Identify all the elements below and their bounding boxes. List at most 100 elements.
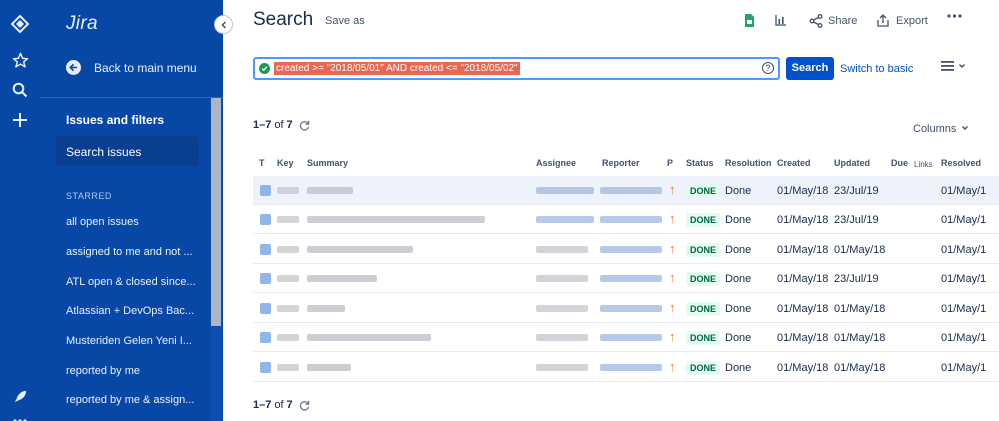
col-header-key[interactable]: Key: [277, 158, 294, 168]
issue-reporter[interactable]: [600, 334, 662, 341]
col-header-reporter[interactable]: Reporter: [602, 158, 640, 168]
sidebar-scrollbar-thumb[interactable]: [211, 98, 221, 326]
results-count-footer: 1–7 of 7: [253, 399, 310, 411]
jira-logo-icon[interactable]: [8, 12, 32, 36]
table-row[interactable]: ↑ DONE Done 01/May/18 01/May/18 01/May/1: [253, 235, 999, 264]
collapse-sidebar-button[interactable]: [214, 15, 233, 34]
issue-key[interactable]: [277, 364, 299, 371]
more-icon[interactable]: [8, 409, 32, 421]
issue-reporter[interactable]: [600, 364, 662, 371]
issue-key[interactable]: [277, 275, 299, 282]
issue-summary[interactable]: [307, 275, 377, 282]
col-header-links[interactable]: Links: [914, 160, 933, 169]
status-badge: DONE: [686, 272, 721, 286]
issue-resolution: Done: [725, 362, 752, 374]
issue-assignee[interactable]: [536, 216, 594, 223]
switch-to-basic-link[interactable]: Switch to basic: [840, 63, 913, 75]
issue-summary[interactable]: [307, 334, 431, 341]
issue-key[interactable]: [277, 334, 299, 341]
issue-updated: 01/May/18: [834, 244, 886, 256]
table-row[interactable]: ↑ DONE Done 01/May/18 23/Jul/19 01/May/1: [253, 264, 999, 293]
issue-reporter[interactable]: [600, 305, 662, 312]
issue-assignee[interactable]: [536, 334, 588, 341]
issue-reporter[interactable]: [600, 187, 662, 194]
share-icon: [809, 14, 823, 28]
issue-assignee[interactable]: [536, 246, 588, 253]
table-row[interactable]: ↑ DONE Done 01/May/18 01/May/18 01/May/1: [253, 294, 999, 323]
starred-filter[interactable]: reported by me: [66, 365, 196, 377]
issue-assignee[interactable]: [536, 364, 588, 371]
issue-summary[interactable]: [307, 364, 351, 371]
search-button[interactable]: Search: [786, 57, 834, 80]
help-icon[interactable]: ?: [762, 62, 774, 74]
search-icon[interactable]: [8, 78, 32, 102]
rocket-icon[interactable]: [8, 384, 32, 408]
col-header-created[interactable]: Created: [777, 158, 811, 168]
issue-key[interactable]: [277, 216, 299, 223]
issue-reporter[interactable]: [600, 246, 662, 253]
sidebar-item-search-issues[interactable]: Search issues: [56, 136, 199, 166]
issue-summary[interactable]: [307, 305, 345, 312]
chart-icon[interactable]: [775, 14, 787, 26]
starred-filter[interactable]: reported by me & assign...: [66, 394, 196, 406]
issue-resolution: Done: [725, 273, 752, 285]
issue-key[interactable]: [277, 187, 299, 194]
table-row[interactable]: ↑ DONE Done 01/May/18 01/May/18 01/May/1: [253, 323, 999, 352]
star-icon[interactable]: [8, 48, 32, 72]
starred-filter[interactable]: assigned to me and not ...: [66, 246, 196, 258]
col-header-due[interactable]: Due: [891, 158, 908, 168]
issue-summary[interactable]: [307, 216, 485, 223]
more-actions-icon[interactable]: [947, 14, 962, 18]
col-header-summary[interactable]: Summary: [307, 158, 348, 168]
issue-key[interactable]: [277, 246, 299, 253]
view-options-button[interactable]: [941, 61, 966, 71]
app-title: Jira: [66, 13, 98, 34]
status-badge: DONE: [686, 213, 721, 227]
issue-assignee[interactable]: [536, 305, 588, 312]
back-to-main-menu[interactable]: Back to main menu: [66, 60, 197, 75]
task-type-icon: [260, 273, 271, 284]
google-sheets-icon[interactable]: [744, 14, 755, 27]
save-as-button[interactable]: Save as: [325, 15, 365, 27]
issue-key[interactable]: [277, 305, 299, 312]
export-button[interactable]: Export: [877, 14, 928, 27]
issue-created: 01/May/18: [777, 273, 829, 285]
plus-icon[interactable]: [8, 108, 32, 132]
issue-summary[interactable]: [307, 187, 353, 194]
refresh-icon: [299, 400, 309, 411]
jql-query-input[interactable]: created >= "2018/05/01" AND created <= "…: [253, 57, 780, 80]
task-type-icon: [260, 303, 271, 314]
col-header-type[interactable]: T: [259, 158, 265, 168]
col-header-resolution[interactable]: Resolution: [725, 158, 772, 168]
issue-assignee[interactable]: [536, 275, 588, 282]
jira-app: Jira Back to main menu Issues and filter…: [0, 0, 999, 421]
issue-assignee[interactable]: [536, 187, 594, 194]
col-header-updated[interactable]: Updated: [834, 158, 870, 168]
starred-filter[interactable]: Atlassian + DevOps Bac...: [66, 305, 196, 317]
col-header-assignee[interactable]: Assignee: [536, 158, 576, 168]
sidebar-section-title: Issues and filters: [66, 113, 165, 127]
chevron-left-icon: [220, 20, 226, 29]
issue-reporter[interactable]: [600, 275, 662, 282]
col-header-status[interactable]: Status: [686, 158, 714, 168]
columns-button[interactable]: Columns: [913, 123, 969, 135]
chevron-down-icon: [959, 64, 965, 68]
col-header-priority[interactable]: P: [667, 158, 673, 168]
table-row[interactable]: ↑ DONE Done 01/May/18 23/Jul/19 01/May/1: [253, 176, 999, 205]
share-button[interactable]: Share: [809, 14, 857, 28]
status-badge: DONE: [686, 331, 721, 345]
table-row[interactable]: ↑ DONE Done 01/May/18 01/May/18 01/May/1: [253, 353, 999, 382]
starred-filter[interactable]: ATL open & closed since...: [66, 276, 196, 288]
jql-query-text[interactable]: created >= "2018/05/01" AND created <= "…: [274, 62, 520, 75]
issue-updated: 01/May/18: [834, 362, 886, 374]
starred-filter[interactable]: Musteriden Gelen Yeni I...: [66, 335, 196, 347]
export-icon: [877, 14, 889, 27]
starred-filter[interactable]: all open issues: [66, 216, 196, 228]
issue-summary[interactable]: [307, 246, 413, 253]
issue-reporter[interactable]: [600, 216, 662, 223]
export-label: Export: [896, 14, 928, 27]
table-row[interactable]: ↑ DONE Done 01/May/18 23/Jul/19 01/May/1: [253, 205, 999, 234]
col-header-resolved[interactable]: Resolved: [941, 158, 981, 168]
issue-resolution: Done: [725, 303, 752, 315]
priority-high-icon: ↑: [669, 300, 676, 315]
